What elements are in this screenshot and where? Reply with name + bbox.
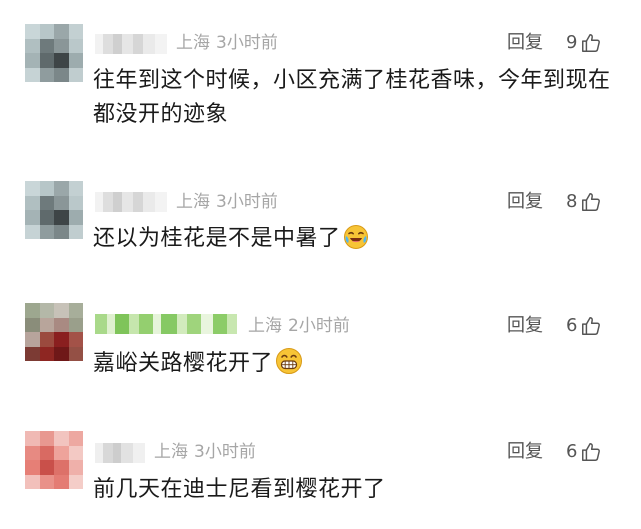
timestamp: 2小时前 xyxy=(288,316,350,336)
location-label: 上海 xyxy=(248,316,282,336)
comment-meta: 上海 3小时前 xyxy=(154,442,256,462)
username-blurred[interactable] xyxy=(95,443,145,463)
like-button[interactable]: 6 xyxy=(566,315,602,337)
laughing-crying-emoji-icon xyxy=(343,225,368,249)
username-blurred[interactable] xyxy=(95,314,237,334)
like-count: 6 xyxy=(566,315,578,336)
location-label: 上海 xyxy=(154,442,188,462)
avatar[interactable] xyxy=(25,303,83,361)
comment-text-container: 还以为桂花是不是中暑了 xyxy=(93,222,613,256)
reply-button[interactable]: 回复 xyxy=(507,32,543,54)
reply-button[interactable]: 回复 xyxy=(507,191,543,213)
like-count: 6 xyxy=(566,441,578,462)
comment-text-container: 嘉峪关路樱花开了 xyxy=(93,347,613,381)
like-count: 9 xyxy=(566,32,578,53)
comment-meta: 上海 2小时前 xyxy=(248,316,350,336)
location-label: 上海 xyxy=(176,33,210,53)
thumbs-up-icon xyxy=(582,317,601,335)
grinning-emoji-icon xyxy=(276,348,303,374)
comment-text: 前几天在迪士尼看到樱花开了 xyxy=(93,477,386,502)
comment-text: 还以为桂花是不是中暑了 xyxy=(93,226,341,251)
username-blurred[interactable] xyxy=(95,192,167,212)
like-button[interactable]: 9 xyxy=(566,32,602,54)
location-label: 上海 xyxy=(176,192,210,212)
comment-meta: 上海 3小时前 xyxy=(176,33,278,53)
avatar[interactable] xyxy=(25,181,83,239)
comment-text: 往年到这个时候，小区充满了桂花香味，今年到现在都没开的迹象 xyxy=(93,68,611,127)
thumbs-up-icon xyxy=(582,443,601,461)
thumbs-up-icon xyxy=(582,193,601,211)
thumbs-up-icon xyxy=(582,34,601,52)
avatar[interactable] xyxy=(25,24,83,82)
comment-meta: 上海 3小时前 xyxy=(176,192,278,212)
like-button[interactable]: 8 xyxy=(566,191,602,213)
username-blurred[interactable] xyxy=(95,34,167,54)
comment-text: 嘉峪关路樱花开了 xyxy=(93,351,274,376)
reply-button[interactable]: 回复 xyxy=(507,315,543,337)
like-count: 8 xyxy=(566,191,578,212)
avatar[interactable] xyxy=(25,431,83,489)
timestamp: 3小时前 xyxy=(216,33,278,53)
like-button[interactable]: 6 xyxy=(566,441,602,463)
timestamp: 3小时前 xyxy=(194,442,256,462)
reply-button[interactable]: 回复 xyxy=(507,441,543,463)
timestamp: 3小时前 xyxy=(216,192,278,212)
